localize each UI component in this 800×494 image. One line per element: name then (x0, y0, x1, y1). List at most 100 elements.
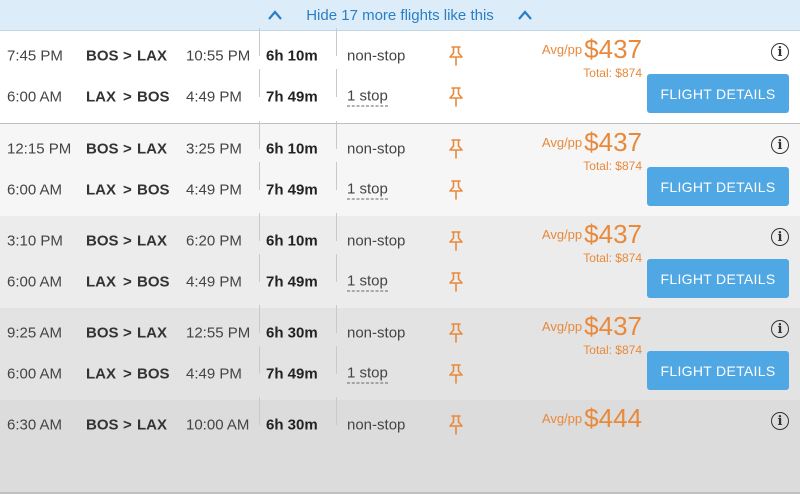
total-price: Total: $874 (583, 251, 642, 265)
flight-details-button[interactable]: FLIGHT DETAILS (647, 259, 789, 298)
destination-airport: BOS (137, 273, 170, 291)
destination-airport: BOS (137, 365, 170, 383)
pin-icon[interactable] (447, 230, 465, 252)
flight-result-card: 6:30 AM BOS > LAX 10:00 AM 6h 30m non-stop Avg/… (0, 397, 800, 494)
stops-info[interactable]: 1 stop (347, 88, 388, 107)
hide-similar-flights-label: Hide 17 more flights like this (306, 6, 494, 24)
price-per-person: $444 (584, 403, 642, 433)
stops-info[interactable]: 1 stop (347, 181, 388, 200)
flight-result-card: 9:25 AM BOS > LAX 12:55 PM 6h 30m non-stop 6:00… (0, 305, 800, 402)
price-block: Avg/pp$437 (542, 34, 642, 65)
destination-airport: LAX (137, 140, 167, 158)
departure-time: 6:30 AM (7, 416, 63, 434)
departure-time: 7:45 PM (7, 47, 63, 65)
avg-per-person-label: Avg/pp (541, 411, 583, 426)
flight-result-card: 3:10 PM BOS > LAX 6:20 PM 6h 10m non-stop 6:00 … (0, 213, 800, 310)
avg-per-person-label: Avg/pp (541, 135, 583, 150)
column-divider (259, 69, 260, 97)
column-divider (259, 346, 260, 374)
price-block: Avg/pp$437 (542, 311, 642, 342)
arrival-time: 4:49 PM (186, 365, 242, 383)
pin-icon[interactable] (447, 363, 465, 385)
arrival-time: 4:49 PM (186, 88, 242, 106)
price-per-person: $437 (584, 311, 642, 341)
flight-details-button[interactable]: FLIGHT DETAILS (647, 167, 789, 206)
departure-time: 3:10 PM (7, 232, 63, 250)
arrival-time: 6:20 PM (186, 232, 242, 250)
price-block: Avg/pp$444 (542, 403, 642, 434)
price-per-person: $437 (584, 127, 642, 157)
arrival-time: 3:25 PM (186, 140, 242, 158)
column-divider (336, 213, 337, 241)
column-divider (259, 121, 260, 149)
destination-airport: LAX (137, 416, 167, 434)
avg-per-person-label: Avg/pp (541, 42, 583, 57)
destination-airport: BOS (137, 88, 170, 106)
route-arrow: > (123, 416, 132, 434)
info-icon[interactable]: i (771, 320, 789, 338)
column-divider (259, 28, 260, 56)
arrival-time: 10:00 AM (186, 416, 250, 434)
arrival-time: 4:49 PM (186, 273, 242, 291)
column-divider (336, 254, 337, 282)
departure-time: 6:00 AM (7, 273, 63, 291)
column-divider (336, 346, 337, 374)
route-arrow: > (123, 324, 132, 342)
column-divider (336, 397, 337, 425)
flight-details-button[interactable]: FLIGHT DETAILS (647, 74, 789, 113)
flight-leg-row: 6:00 AM LAX > BOS 4:49 PM 7h 49m 1 stop (0, 346, 640, 394)
avg-per-person-label: Avg/pp (541, 227, 583, 242)
pin-icon[interactable] (447, 322, 465, 344)
departure-time: 6:00 AM (7, 88, 63, 106)
departure-time: 12:15 PM (7, 140, 72, 158)
info-icon[interactable]: i (771, 228, 789, 246)
flight-leg-row: 6:00 AM LAX > BOS 4:49 PM 7h 49m 1 stop (0, 254, 640, 302)
hide-similar-flights-toggle[interactable]: Hide 17 more flights like this (0, 0, 800, 31)
origin-airport: BOS (86, 324, 119, 342)
route-arrow: > (123, 47, 132, 65)
origin-airport: BOS (86, 140, 119, 158)
info-icon[interactable]: i (771, 136, 789, 154)
pin-icon[interactable] (447, 138, 465, 160)
flight-duration: 7h 49m (266, 88, 318, 106)
pin-icon[interactable] (447, 271, 465, 293)
column-divider (259, 213, 260, 241)
total-price: Total: $874 (583, 159, 642, 173)
info-icon[interactable]: i (771, 412, 789, 430)
column-divider (259, 305, 260, 333)
stops-info: non-stop (347, 324, 406, 342)
stops-info[interactable]: 1 stop (347, 273, 388, 292)
flight-details-button[interactable]: FLIGHT DETAILS (647, 351, 789, 390)
column-divider (336, 69, 337, 97)
flight-duration: 6h 30m (266, 324, 318, 342)
flight-duration: 6h 10m (266, 140, 318, 158)
pin-icon[interactable] (447, 86, 465, 108)
departure-time: 6:00 AM (7, 181, 63, 199)
pin-icon[interactable] (447, 179, 465, 201)
column-divider (336, 305, 337, 333)
flight-result-card: 12:15 PM BOS > LAX 3:25 PM 6h 10m non-stop 6:00… (0, 121, 800, 218)
route-arrow: > (123, 232, 132, 250)
pin-icon[interactable] (447, 414, 465, 436)
destination-airport: BOS (137, 181, 170, 199)
pin-icon[interactable] (447, 45, 465, 67)
route-arrow: > (123, 140, 132, 158)
route-arrow: > (123, 88, 132, 106)
total-price: Total: $874 (583, 343, 642, 357)
flight-duration: 6h 30m (266, 416, 318, 434)
flight-leg-row: 6:00 AM LAX > BOS 4:49 PM 7h 49m 1 stop (0, 162, 640, 210)
avg-per-person-label: Avg/pp (541, 319, 583, 334)
stops-info[interactable]: 1 stop (347, 365, 388, 384)
price-block: Avg/pp$437 (542, 127, 642, 158)
origin-airport: LAX (86, 365, 116, 383)
info-icon[interactable]: i (771, 43, 789, 61)
flight-result-card: 7:45 PM BOS > LAX 10:55 PM 6h 10m non-stop 6:00… (0, 28, 800, 125)
stops-info: non-stop (347, 232, 406, 250)
origin-airport: BOS (86, 47, 119, 65)
departure-time: 6:00 AM (7, 365, 63, 383)
flight-duration: 7h 49m (266, 273, 318, 291)
column-divider (259, 397, 260, 425)
column-divider (336, 162, 337, 190)
flight-duration: 7h 49m (266, 181, 318, 199)
arrival-time: 12:55 PM (186, 324, 251, 342)
